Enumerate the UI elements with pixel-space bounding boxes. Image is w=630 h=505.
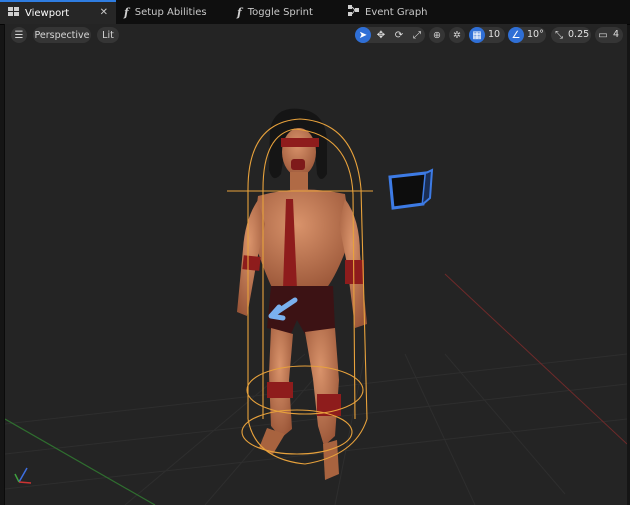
viewport-toolbar: ☰ Perspective Lit ➤ ✥ ⟳ ⤢ ⊕ ✲ ▦ 10 ∠ 10°: [5, 24, 627, 46]
tab-label: Viewport: [25, 7, 70, 19]
rotation-snap-icon[interactable]: ∠: [508, 27, 524, 43]
y-axis-line: [444, 273, 627, 445]
function-icon: f: [124, 5, 129, 19]
surface-snapping-button[interactable]: ✲: [449, 27, 465, 43]
tab-event-graph[interactable]: Event Graph: [348, 0, 428, 24]
tab-label: Event Graph: [365, 6, 428, 18]
scale-tool-icon[interactable]: ⤢: [409, 27, 425, 43]
tab-toggle-sprint[interactable]: f Toggle Sprint: [237, 0, 313, 24]
perspective-label: Perspective: [34, 29, 90, 41]
lit-label: Lit: [102, 29, 114, 41]
hamburger-menu-icon: ☰: [14, 29, 24, 41]
grid-snap-group: ▦ 10: [469, 27, 505, 43]
viewport-menu-button[interactable]: ☰: [11, 27, 27, 43]
grid-snap-icon[interactable]: ▦: [469, 27, 485, 43]
tab-label: Toggle Sprint: [247, 6, 313, 18]
tab-strip: Viewport ✕ f Setup Abilities f Toggle Sp…: [0, 0, 630, 25]
select-tool-icon[interactable]: ➤: [355, 27, 371, 43]
tab-viewport[interactable]: Viewport ✕: [0, 0, 116, 24]
rotation-snap-group: ∠ 10°: [508, 27, 546, 43]
translate-tool-icon[interactable]: ✥: [373, 27, 389, 43]
tab-setup-abilities[interactable]: f Setup Abilities: [124, 0, 207, 24]
viewport[interactable]: ☰ Perspective Lit ➤ ✥ ⟳ ⤢ ⊕ ✲ ▦ 10 ∠ 10°: [4, 24, 627, 505]
event-graph-icon: [348, 5, 359, 19]
scale-snap-icon[interactable]: ⤡: [551, 27, 567, 43]
lit-button[interactable]: Lit: [97, 27, 119, 43]
camera-component-icon: [388, 168, 434, 210]
camera-speed-group: ▭ 4: [595, 27, 623, 43]
transform-tools-group: ➤ ✥ ⟳ ⤢: [355, 27, 425, 43]
camera-speed-value[interactable]: 4: [613, 27, 619, 43]
viewport-scene: [5, 108, 627, 505]
camera-speed-icon[interactable]: ▭: [595, 27, 611, 43]
axis-gizmo-icon: [14, 467, 32, 484]
x-axis-line: [5, 418, 156, 505]
viewport-grid-icon: [8, 7, 19, 19]
rotation-snap-value[interactable]: 10°: [527, 27, 544, 43]
scale-snap-value[interactable]: 0.25: [568, 27, 589, 43]
world-icon: ⊕: [433, 29, 441, 41]
tab-label: Setup Abilities: [134, 6, 207, 18]
close-tab-icon[interactable]: ✕: [100, 7, 108, 18]
grid-snap-value[interactable]: 10: [488, 27, 500, 43]
function-icon: f: [237, 5, 242, 19]
perspective-button[interactable]: Perspective: [33, 27, 91, 43]
rotate-tool-icon[interactable]: ⟳: [391, 27, 407, 43]
surface-snap-icon: ✲: [453, 29, 461, 41]
coordinate-system-button[interactable]: ⊕: [429, 27, 445, 43]
scale-snap-group: ⤡ 0.25: [551, 27, 591, 43]
